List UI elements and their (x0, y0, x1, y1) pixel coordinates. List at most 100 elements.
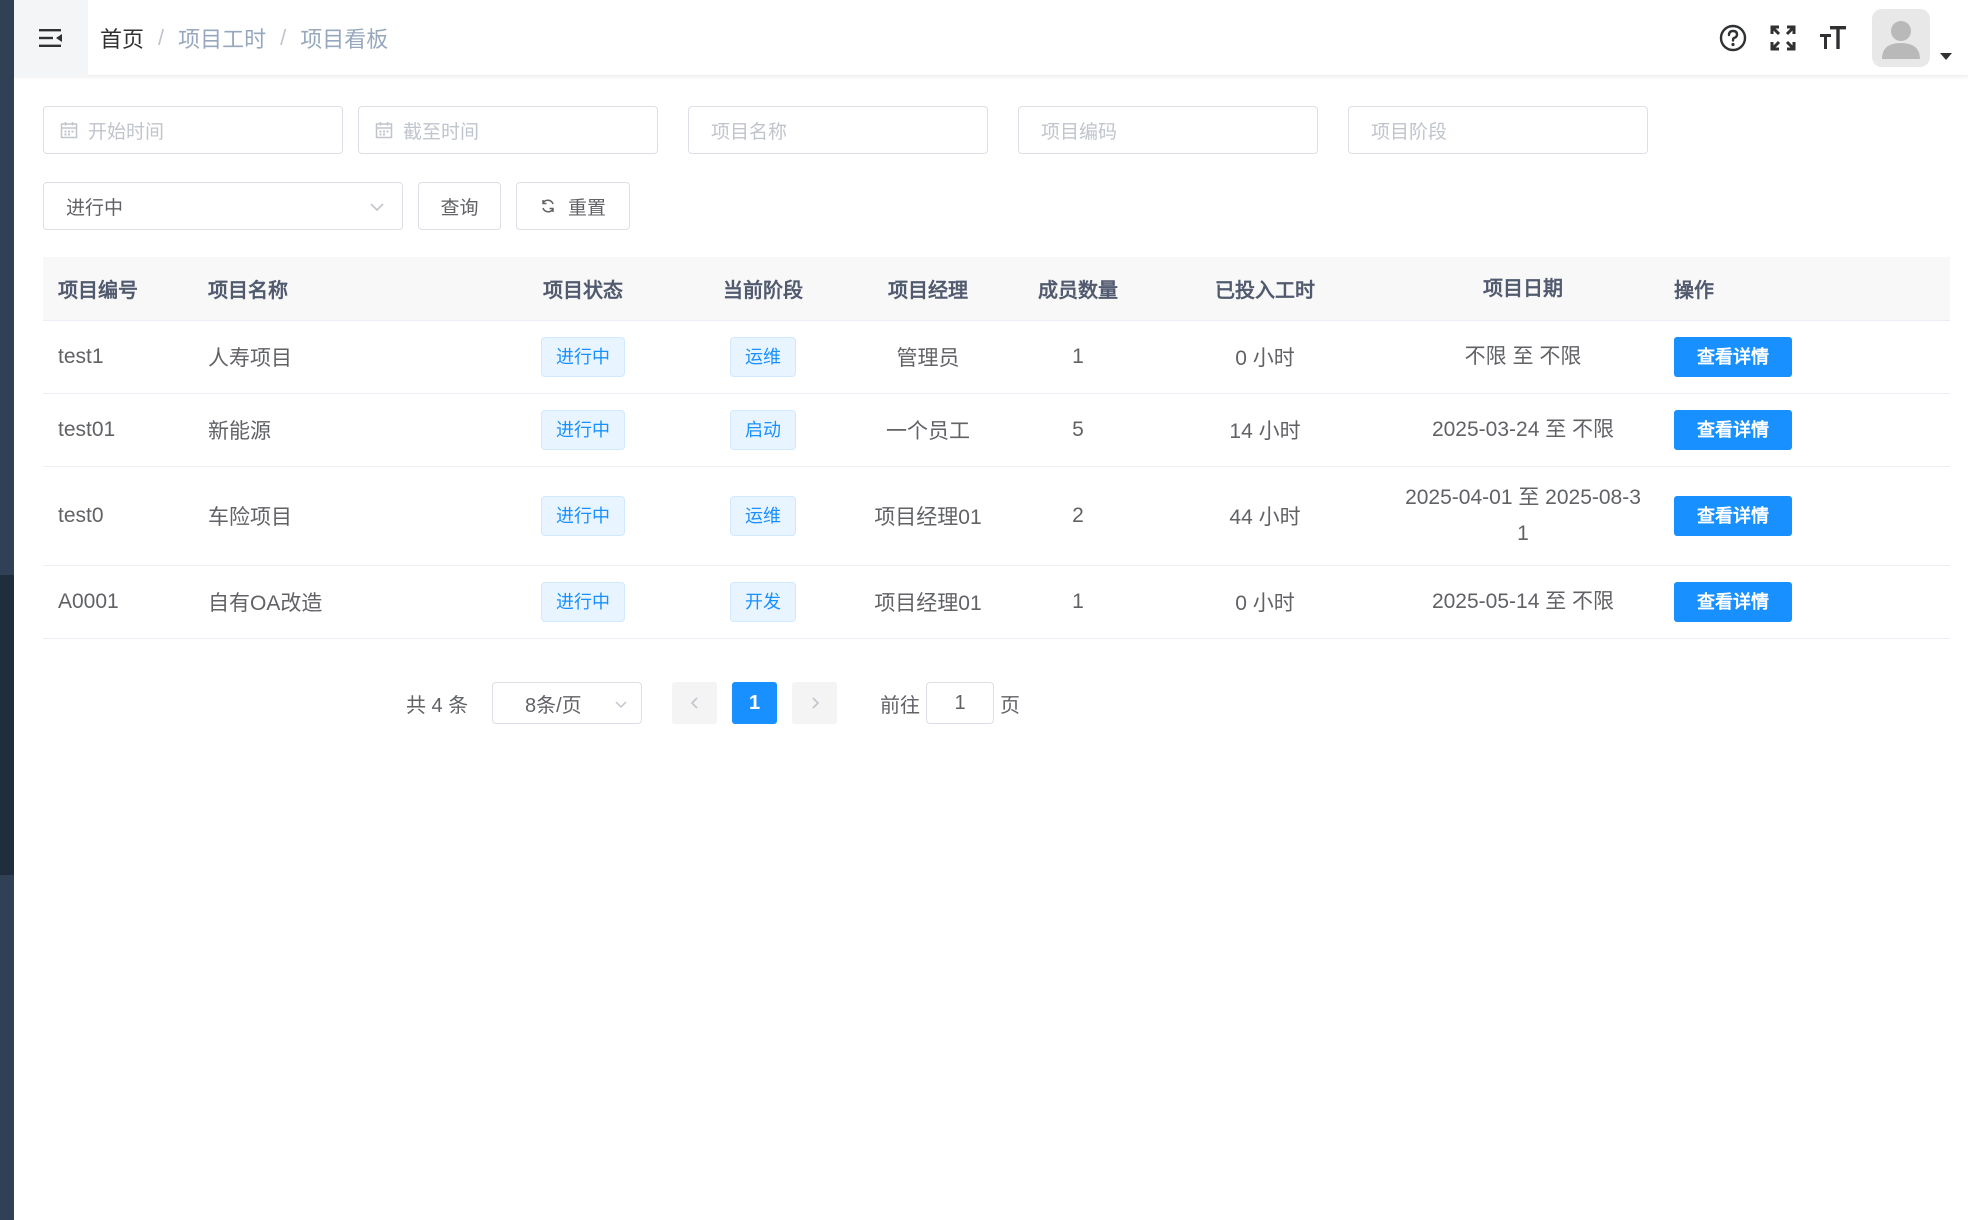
start-time-placeholder: 开始时间 (88, 121, 165, 143)
chevron-left-icon (690, 697, 698, 709)
project-name-input[interactable]: 项目名称 (688, 106, 988, 154)
cell-members: 2 (1072, 504, 1084, 527)
page-suffix: 页 (1000, 694, 1020, 717)
query-button-label: 查询 (440, 197, 479, 219)
page-size-select[interactable]: 8条/页 (492, 682, 642, 724)
status-tag: 进行中 (541, 582, 625, 622)
project-stage-input[interactable]: 项目阶段 (1348, 106, 1648, 154)
view-detail-button[interactable]: 查看详情 (1674, 582, 1792, 622)
reset-button-label: 重置 (567, 197, 606, 219)
project-table: 项目编号 项目名称 项目状态 当前阶段 项目经理 成员数量 已投入工时 项目日期… (43, 257, 1950, 639)
refresh-icon (540, 198, 556, 214)
fullscreen-icon[interactable] (1758, 13, 1808, 63)
project-code-placeholder: 项目编码 (1041, 121, 1118, 143)
status-tag: 进行中 (541, 410, 625, 450)
cell-manager: 管理员 (896, 347, 960, 370)
stage-tag: 运维 (730, 496, 796, 536)
chevron-right-icon (811, 697, 819, 709)
breadcrumb-project-board: 项目看板 (300, 27, 389, 52)
calendar-icon (375, 121, 393, 139)
column-header: 项目编号 (58, 280, 138, 302)
breadcrumb: 首页 / 项目工时 / 项目看板 (100, 0, 388, 76)
calendar-icon (60, 121, 78, 139)
menu-fold-icon (39, 29, 62, 47)
status-tag: 进行中 (541, 337, 625, 377)
cell-members: 5 (1072, 418, 1084, 441)
column-header: 项目状态 (543, 280, 623, 302)
cell-manager: 项目经理01 (874, 506, 982, 529)
cell-date: 不限 至 不限 (1464, 345, 1582, 368)
status-select-value: 进行中 (66, 197, 124, 219)
end-time-placeholder: 截至时间 (403, 121, 480, 143)
column-header: 已投入工时 (1215, 280, 1315, 302)
stage-tag: 运维 (730, 337, 796, 377)
cell-manager: 一个员工 (886, 420, 970, 443)
breadcrumb-separator: / (280, 25, 287, 50)
project-name-placeholder: 项目名称 (711, 121, 788, 143)
caret-down-icon (1940, 53, 1952, 60)
view-detail-button[interactable]: 查看详情 (1674, 496, 1792, 536)
breadcrumb-project-hours[interactable]: 项目工时 (178, 22, 266, 54)
status-tag: 进行中 (541, 496, 625, 536)
user-dropdown[interactable] (1872, 9, 1952, 67)
hamburger-button[interactable] (14, 0, 88, 76)
table-row: test01 新能源 进行中 启动 一个员工 5 14 小时 2025-03-2… (43, 394, 1950, 467)
view-detail-button[interactable]: 查看详情 (1674, 337, 1792, 377)
project-code-input[interactable]: 项目编码 (1018, 106, 1318, 154)
sidebar-segment (0, 875, 14, 1220)
column-header: 项目经理 (888, 280, 968, 302)
cell-name: 自有OA改造 (208, 592, 323, 615)
navbar: 首页 / 项目工时 / 项目看板 (14, 0, 1968, 76)
cell-code: test01 (58, 418, 116, 441)
table-row: test1 人寿项目 进行中 运维 管理员 1 0 小时 不限 至 不限 查看详… (43, 321, 1950, 394)
query-button[interactable]: 查询 (418, 182, 501, 230)
status-select[interactable]: 进行中 (43, 182, 403, 230)
stage-tag: 启动 (730, 410, 796, 450)
next-page-button[interactable] (792, 682, 837, 724)
column-header: 成员数量 (1038, 280, 1118, 302)
cell-code: A0001 (58, 590, 119, 613)
prev-page-button[interactable] (672, 682, 717, 724)
cell-hours: 0 小时 (1235, 592, 1295, 615)
table-header: 项目编号 项目名称 项目状态 当前阶段 项目经理 成员数量 已投入工时 项目日期… (43, 257, 1950, 321)
font-size-icon[interactable] (1808, 13, 1858, 63)
cell-members: 1 (1072, 590, 1084, 613)
cell-code: test0 (58, 504, 104, 527)
page-number-button[interactable]: 1 (732, 682, 777, 724)
start-time-input[interactable]: 开始时间 (43, 106, 343, 154)
end-time-input[interactable]: 截至时间 (358, 106, 658, 154)
table-row: test0 车险项目 进行中 运维 项目经理01 2 44 小时 2025-04… (43, 467, 1950, 566)
goto-page-input[interactable]: 1 (926, 682, 994, 724)
cell-name: 车险项目 (208, 506, 292, 529)
cell-hours: 0 小时 (1235, 347, 1295, 370)
reset-button[interactable]: 重置 (516, 182, 630, 230)
page: 首页 / 项目工时 / 项目看板 开始时间 截至时间 项目名称 项目编码 项目阶… (0, 0, 1968, 1220)
user-avatar-icon (1872, 9, 1930, 67)
stage-tag: 开发 (730, 582, 796, 622)
page-size-value: 8条/页 (525, 694, 582, 717)
cell-date: 2025-05-14 至 不限 (1431, 590, 1615, 613)
chevron-down-icon (370, 203, 384, 212)
column-header: 项目日期 (1483, 277, 1563, 300)
view-detail-button[interactable]: 查看详情 (1674, 410, 1792, 450)
chevron-down-icon (615, 701, 627, 709)
breadcrumb-home[interactable]: 首页 (100, 22, 144, 54)
breadcrumb-separator: / (158, 25, 165, 50)
sidebar-segment (0, 0, 14, 575)
filter-row: 开始时间 截至时间 项目名称 项目编码 项目阶段 (43, 106, 1648, 154)
cell-manager: 项目经理01 (874, 592, 982, 615)
column-header: 项目名称 (208, 280, 288, 302)
project-stage-placeholder: 项目阶段 (1371, 121, 1448, 143)
table-row: A0001 自有OA改造 进行中 开发 项目经理01 1 0 小时 2025-0… (43, 566, 1950, 639)
cell-code: test1 (58, 345, 104, 368)
pagination: 共 4 条 8条/页 1 前往 1 页 (0, 682, 1968, 726)
cell-hours: 14 小时 (1229, 420, 1301, 443)
pagination-total: 共 4 条 (406, 694, 469, 717)
goto-label: 前往 (880, 694, 920, 717)
column-header: 当前阶段 (723, 280, 803, 302)
sidebar-strip (0, 0, 14, 1220)
column-header: 操作 (1674, 280, 1714, 302)
cell-date: 2025-04-01 至 2025-08-31 (1405, 486, 1641, 545)
cell-name: 人寿项目 (208, 347, 292, 370)
question-circle-icon[interactable] (1708, 13, 1758, 63)
